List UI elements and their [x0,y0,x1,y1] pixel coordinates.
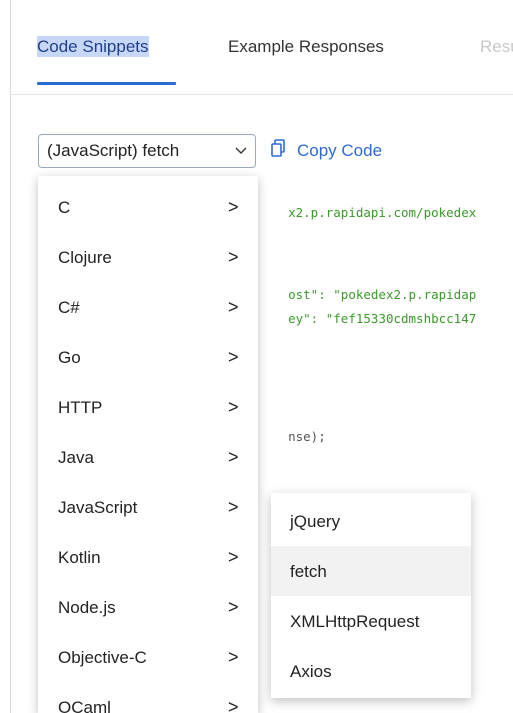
menu-item-clojure[interactable]: Clojure > [38,234,258,284]
tab-code-snippets-label: Code Snippets [37,36,149,57]
menu-item-label: Clojure [58,248,112,267]
code-token: ey": "fef15330cdmshbcc147 [288,311,477,326]
code-token: x2.p.rapidapi.com/pokedex [288,205,477,220]
code-line: nse); [258,414,326,459]
copy-code-label: Copy Code [297,140,383,160]
tab-results-label: Resu [480,37,513,56]
chevron-right-icon: > [228,347,239,367]
menu-item-objective-c[interactable]: Objective-C > [38,634,258,684]
menu-item-label: Kotlin [58,548,101,567]
chevron-right-icon: > [228,647,239,667]
code-line: ey": "fef15330cdmshbcc147 [258,296,476,341]
menu-item-go[interactable]: Go > [38,334,258,384]
chevron-right-icon: > [228,397,239,417]
chevron-right-icon: > [228,697,239,713]
chevron-down-icon [235,141,247,165]
menu-item-label: OCaml [58,698,111,713]
tab-example-responses-label: Example Responses [228,37,384,56]
menu-item-label: HTTP [58,398,103,417]
menu-item-csharp[interactable]: C# > [38,284,258,334]
chevron-right-icon: > [228,197,239,217]
tab-results[interactable]: Resu [480,37,513,57]
language-select-value: (JavaScript) fetch [47,141,180,160]
submenu-item-label: fetch [290,562,327,581]
menu-item-label: Go [58,348,81,367]
chevron-right-icon: > [228,597,239,617]
submenu-item-label: Axios [290,662,332,681]
chevron-right-icon: > [228,497,239,517]
copy-icon [271,139,285,162]
menu-item-nodejs[interactable]: Node.js > [38,584,258,634]
language-select[interactable]: (JavaScript) fetch [38,134,256,168]
tab-example-responses[interactable]: Example Responses [228,37,384,57]
menu-item-label: JavaScript [58,498,138,517]
active-tab-indicator [37,82,176,85]
left-border [10,0,11,713]
javascript-submenu: jQuery fetch XMLHttpRequest Axios [271,493,471,698]
menu-item-label: Node.js [58,598,116,617]
submenu-item-axios[interactable]: Axios [271,646,471,696]
chevron-right-icon: > [228,547,239,567]
submenu-item-fetch[interactable]: fetch [271,546,471,596]
menu-item-javascript[interactable]: JavaScript > [38,484,258,534]
menu-item-c[interactable]: C > [38,184,258,234]
tab-code-snippets[interactable]: Code Snippets [37,36,149,57]
menu-item-label: Objective-C [58,648,147,667]
submenu-item-label: XMLHttpRequest [290,612,420,631]
chevron-right-icon: > [228,447,239,467]
menu-item-java[interactable]: Java > [38,434,258,484]
tab-bar: Code Snippets Example Responses Resu [11,0,513,95]
submenu-item-label: jQuery [290,512,341,531]
menu-item-label: Java [58,448,94,467]
copy-code-button[interactable]: Copy Code [271,139,382,162]
menu-item-http[interactable]: HTTP > [38,384,258,434]
menu-item-label: C [58,198,71,217]
code-block: x2.p.rapidapi.com/pokedex ost": "pokedex… [0,0,476,528]
chevron-right-icon: > [228,247,239,267]
submenu-item-jquery[interactable]: jQuery [271,496,471,546]
chevron-right-icon: > [228,297,239,317]
menu-item-label: C# [58,298,80,317]
menu-item-kotlin[interactable]: Kotlin > [38,534,258,584]
code-line: x2.p.rapidapi.com/pokedex [258,190,476,235]
submenu-item-xmlhttprequest[interactable]: XMLHttpRequest [271,596,471,646]
language-dropdown-menu: C > Clojure > C# > Go > HTTP > Java > Ja… [38,176,258,713]
code-token: nse); [288,429,326,444]
menu-item-ocaml[interactable]: OCaml > [38,684,258,713]
